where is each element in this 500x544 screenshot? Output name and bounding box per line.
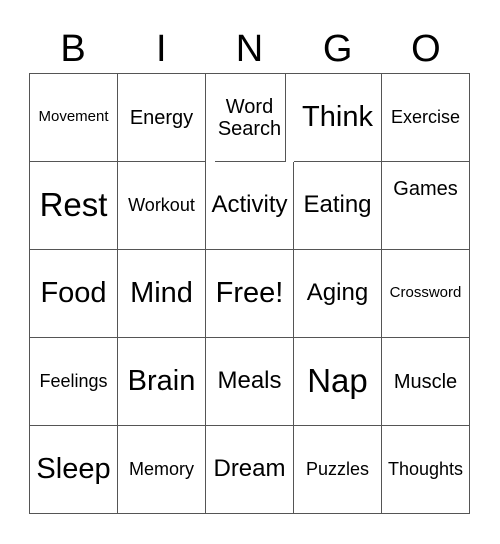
bingo-cell[interactable]: Food bbox=[30, 250, 118, 338]
header-letter-n: N bbox=[235, 28, 264, 70]
bingo-cell[interactable]: Feelings bbox=[30, 338, 118, 426]
bingo-cell[interactable]: Rest bbox=[30, 162, 118, 250]
bingo-cell[interactable]: Thoughts bbox=[382, 426, 470, 514]
bingo-card-grid: Movement Energy Word Search Think Exerci… bbox=[29, 73, 470, 514]
bingo-cell[interactable]: Meals bbox=[206, 338, 294, 426]
bingo-cell[interactable]: Energy bbox=[118, 74, 206, 162]
bingo-cell[interactable]: Eating bbox=[294, 162, 382, 250]
bingo-cell[interactable]: Brain bbox=[118, 338, 206, 426]
bingo-cell[interactable]: Puzzles bbox=[294, 426, 382, 514]
header-letter-b: B bbox=[60, 28, 86, 70]
free-space-cell[interactable]: Free! bbox=[206, 250, 294, 338]
bingo-cell[interactable]: Nap bbox=[294, 338, 382, 426]
bingo-cell[interactable]: Movement bbox=[30, 74, 118, 162]
bingo-cell[interactable]: Sleep bbox=[30, 426, 118, 514]
header-letter-o: O bbox=[411, 28, 441, 70]
bingo-cell[interactable]: Muscle bbox=[382, 338, 470, 426]
bingo-cell[interactable]: Dream bbox=[206, 426, 294, 514]
bingo-cell[interactable]: Workout bbox=[118, 162, 206, 250]
bingo-cell[interactable]: Think bbox=[294, 74, 382, 162]
bingo-cell[interactable]: Aging bbox=[294, 250, 382, 338]
bingo-header: B I N G O bbox=[29, 26, 470, 72]
bingo-cell[interactable]: Games bbox=[382, 162, 470, 250]
bingo-cell[interactable]: Activity bbox=[206, 162, 294, 250]
header-letter-i: I bbox=[156, 28, 167, 70]
header-letter-g: G bbox=[322, 28, 353, 70]
bingo-cell[interactable]: Crossword bbox=[382, 250, 470, 338]
bingo-cell[interactable]: Memory bbox=[118, 426, 206, 514]
bingo-cell[interactable]: Word Search bbox=[214, 74, 286, 162]
bingo-cell[interactable]: Exercise bbox=[382, 74, 470, 162]
bingo-cell[interactable]: Mind bbox=[118, 250, 206, 338]
